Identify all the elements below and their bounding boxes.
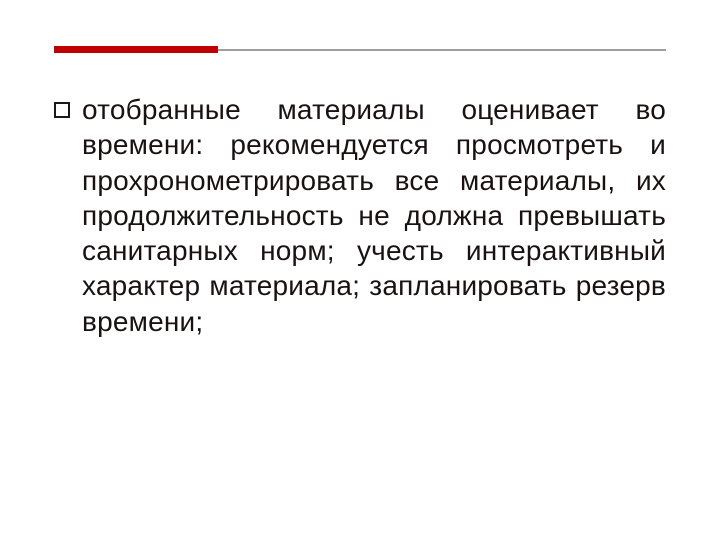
checkbox-bullet-icon bbox=[54, 102, 70, 118]
list-item-text: отобранные материалы оценивает во времен… bbox=[82, 92, 666, 339]
slide: отобранные материалы оценивает во времен… bbox=[0, 0, 720, 540]
title-rule bbox=[54, 46, 666, 54]
rule-accent bbox=[54, 46, 218, 53]
list-item: отобранные материалы оценивает во времен… bbox=[54, 92, 666, 339]
slide-content: отобранные материалы оценивает во времен… bbox=[54, 92, 666, 339]
rule-muted bbox=[218, 49, 666, 51]
